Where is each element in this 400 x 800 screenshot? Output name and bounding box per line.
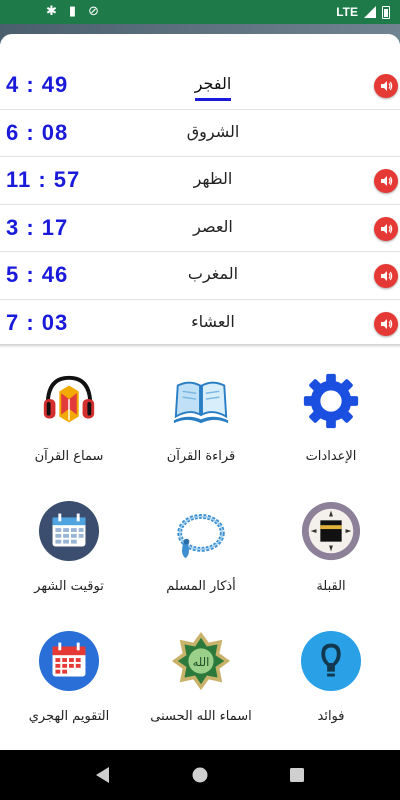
menu-hijri-calendar[interactable]: التقويم الهجري <box>8 630 128 748</box>
menu-listen-quran[interactable]: سماع القرآن <box>8 370 128 488</box>
menu-label: سماع القرآن <box>34 449 104 464</box>
prayer-time: 11 : 57 <box>6 167 81 192</box>
speaker-icon[interactable] <box>374 264 398 288</box>
prayer-times-list: 4 : 49 الفجر 6 : 08 الشروق 11 : 57 الظهر… <box>0 62 400 347</box>
menu-qibla[interactable]: القبلة <box>270 500 390 618</box>
menu-label: توقيت الشهر <box>34 579 104 594</box>
active-prayer-underline <box>195 98 231 101</box>
prayer-time: 5 : 46 <box>6 262 69 287</box>
status-bar: ✱ ▮ ⊘ LTE <box>0 0 400 24</box>
open-book-icon <box>173 381 229 424</box>
menu-adhkar[interactable]: أذكار المسلم <box>140 500 260 618</box>
prayer-row-maghrib[interactable]: 5 : 46 المغرب <box>0 252 400 300</box>
prayer-name: العصر <box>193 216 233 236</box>
prayer-row-asr[interactable]: 3 : 17 العصر <box>0 205 400 252</box>
speaker-icon[interactable] <box>374 169 398 193</box>
sync-icon: ⊘ <box>88 4 99 19</box>
speaker-icon[interactable] <box>374 311 398 336</box>
prayer-time: 7 : 03 <box>6 309 69 335</box>
menu-label: التقويم الهجري <box>28 709 110 724</box>
recents-icon[interactable] <box>286 764 308 786</box>
hijri-calendar-icon <box>38 630 100 692</box>
prayer-name: الظهر <box>193 169 233 188</box>
prayer-name: الفجر <box>194 74 232 93</box>
svg-text:الله: الله <box>193 655 210 669</box>
prayer-time: 3 : 17 <box>6 214 69 240</box>
status-system-icons: LTE <box>336 5 390 19</box>
navigation-bar <box>0 750 400 800</box>
allah-names-icon: الله <box>171 631 231 691</box>
prayer-name: العشاء <box>191 311 235 331</box>
prayer-name: الشروق <box>186 121 240 141</box>
prayer-row-shuruq[interactable]: 6 : 08 الشروق <box>0 110 400 157</box>
speaker-icon[interactable] <box>374 216 398 241</box>
signal-icon <box>364 6 376 18</box>
prayer-time: 6 : 08 <box>6 119 69 145</box>
menu-read-quran[interactable]: قراءة القرآن <box>140 370 260 488</box>
menu-month-timing[interactable]: توقيت الشهر <box>8 500 128 618</box>
speaker-icon[interactable] <box>374 74 398 98</box>
menu-label: الإعدادات <box>305 449 357 464</box>
network-type-label: LTE <box>336 5 358 19</box>
bluetooth-icon: ✱ <box>46 4 57 19</box>
prayer-row-isha[interactable]: 7 : 03 العشاء <box>0 300 400 348</box>
menu-label: فوائد <box>317 709 345 724</box>
qibla-compass-icon <box>301 501 361 561</box>
menu-label: أذكار المسلم <box>166 579 236 594</box>
gear-icon <box>303 373 359 429</box>
headphones-quran-icon <box>43 375 95 423</box>
main-sheet: 4 : 49 الفجر 6 : 08 الشروق 11 : 57 الظهر… <box>0 34 400 750</box>
prayer-row-dhuhr[interactable]: 11 : 57 الظهر <box>0 157 400 205</box>
menu-benefits[interactable]: فوائد <box>270 630 390 748</box>
prayer-name: المغرب <box>187 264 239 283</box>
menu-settings[interactable]: الإعدادات <box>270 370 390 488</box>
section-divider <box>0 344 400 348</box>
sd-card-icon: ▮ <box>68 4 77 19</box>
lightbulb-icon <box>300 630 362 692</box>
menu-label: القبلة <box>316 579 346 594</box>
status-notification-icons: ✱ ▮ ⊘ <box>46 5 99 19</box>
prayer-time: 4 : 49 <box>6 72 69 97</box>
home-icon[interactable] <box>189 764 211 786</box>
calendar-month-icon <box>38 500 100 562</box>
menu-label: قراءة القرآن <box>166 449 236 464</box>
menu-allah-names[interactable]: الله اسماء الله الحسنى <box>140 630 260 748</box>
battery-icon <box>382 5 390 19</box>
menu-label: اسماء الله الحسنى <box>150 709 252 724</box>
prayer-row-fajr[interactable]: 4 : 49 الفجر <box>0 62 400 110</box>
prayer-beads-icon <box>177 514 225 559</box>
back-icon[interactable] <box>92 764 114 786</box>
